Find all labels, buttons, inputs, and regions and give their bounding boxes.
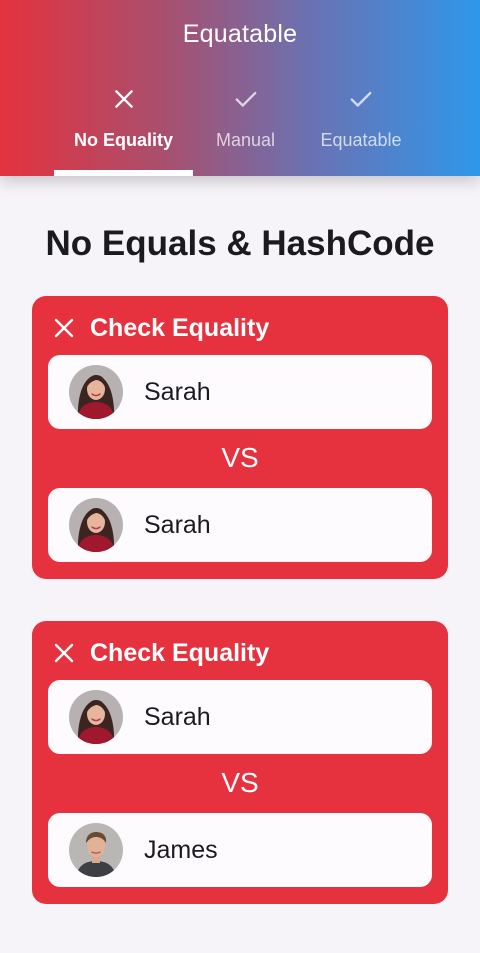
tab-label: Equatable [320,130,402,150]
card-header: Check Equality [52,312,269,344]
check-icon [235,91,256,107]
check-icon [350,91,372,107]
person-row: Sarah [48,488,432,562]
avatar-sarah [69,498,123,552]
avatar-image [69,365,123,419]
card-title: Check Equality [90,313,270,342]
tab-label: No Equality [73,130,173,150]
person-name: James [144,835,218,864]
tab-label: Manual [215,130,276,150]
vs-label: VS [221,767,259,798]
person-name: Sarah [144,377,211,406]
avatar-sarah [69,690,123,744]
vs-label: VS [221,442,259,473]
equality-card: Check Equality Sarah VS [32,296,448,579]
tab-indicator [54,170,193,176]
person-row: James [48,813,432,887]
avatar-james [69,823,123,877]
avatar-image [69,823,123,877]
avatar-sarah [69,365,123,419]
close-icon [114,90,133,108]
app-title: Equatable [182,20,298,48]
tab-no-equality[interactable]: No Equality [54,86,193,176]
app-bar: Equatable No Equality Manual Equatable [0,0,480,176]
card-header: Check Equality [52,637,269,669]
page-heading: No Equals & HashCode [45,224,435,263]
person-name: Sarah [144,510,211,539]
close-icon [54,318,74,338]
card-title: Check Equality [90,638,270,667]
person-row: Sarah [48,680,432,754]
avatar-image [69,690,123,744]
avatar-image [69,498,123,552]
tab-manual[interactable]: Manual [193,86,298,176]
tab-equatable[interactable]: Equatable [308,86,414,176]
person-row: Sarah [48,355,432,429]
person-name: Sarah [144,702,211,731]
equality-card: Check Equality Sarah VS [32,621,448,904]
close-icon [54,643,74,663]
